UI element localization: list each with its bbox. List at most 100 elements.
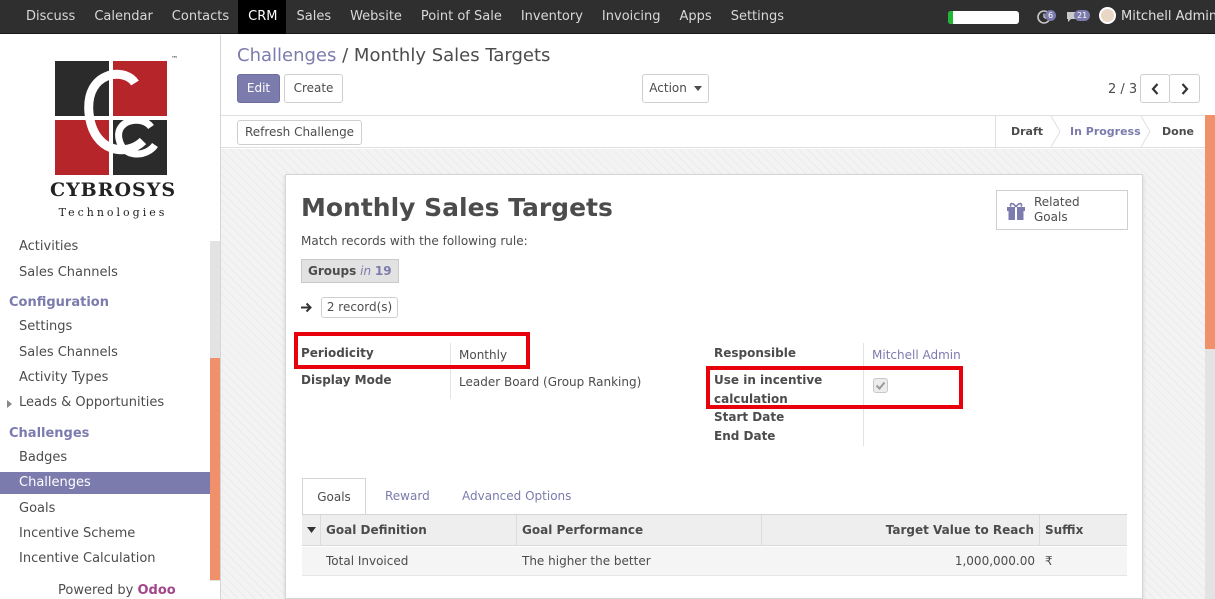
table-row[interactable]: Total Invoiced The higher the better 1,0…: [302, 547, 1127, 576]
highlight-box-incentive: [706, 366, 963, 409]
column-separator: [761, 515, 762, 546]
breadcrumb: Challenges / Monthly Sales Targets: [237, 45, 550, 66]
tab-reward[interactable]: Reward: [385, 478, 430, 515]
user-menu[interactable]: Mitchell Admin: [1099, 0, 1215, 34]
menu-sales[interactable]: Sales: [286, 0, 340, 34]
menu-website[interactable]: Website: [340, 0, 411, 34]
company-logo: ™ CYBROSYS Technologies: [43, 55, 183, 225]
caret-down-icon: [693, 86, 702, 91]
column-goal-performance[interactable]: Goal Performance: [522, 515, 643, 546]
record-title: Monthly Sales Targets: [301, 193, 613, 222]
progress-bar[interactable]: [948, 11, 1019, 24]
messages-button[interactable]: 21: [1066, 9, 1092, 24]
sidebar-item-incentive-scheme[interactable]: Incentive Scheme: [19, 526, 135, 541]
stage-separator: [995, 116, 996, 147]
sidebar-item-leads-opportunities[interactable]: Leads & Opportunities: [19, 395, 164, 410]
activity-count-badge: 6: [1045, 10, 1057, 21]
column-separator: [516, 515, 517, 546]
gift-icon: [1007, 202, 1025, 220]
records-link[interactable]: 2 record(s): [301, 297, 399, 318]
create-button[interactable]: Create: [284, 74, 343, 103]
top-navbar: Discuss Calendar Contacts CRM Sales Webs…: [0, 0, 1215, 34]
domain-groups-chip[interactable]: Groups in 19: [301, 259, 399, 283]
main-scrollbar-track[interactable]: [1205, 349, 1215, 599]
records-count-button[interactable]: 2 record(s): [320, 297, 399, 318]
action-dropdown[interactable]: Action: [642, 74, 709, 103]
pager-value[interactable]: 2 / 3: [1108, 82, 1137, 97]
sidebar: ™ CYBROSYS Technologies Activities Sales…: [0, 35, 221, 599]
tab-goals[interactable]: Goals: [302, 478, 366, 515]
caret-down-icon[interactable]: [307, 527, 316, 533]
cell-goal-performance: The higher the better: [522, 554, 651, 568]
refresh-challenge-button[interactable]: Refresh Challenge: [237, 120, 362, 145]
logo-trademark: ™: [171, 55, 178, 63]
breadcrumb-separator: /: [342, 45, 349, 66]
message-count-badge: 21: [1074, 10, 1091, 21]
stage-arrow-icon: [1051, 116, 1061, 147]
logo-sub-text: Technologies: [58, 206, 168, 219]
column-separator: [320, 515, 321, 546]
sidebar-item-activities[interactable]: Activities: [19, 239, 78, 254]
responsible-label: Responsible: [714, 346, 796, 360]
powered-by: Powered by Odoo: [58, 583, 176, 598]
cell-target-value: 1,000,000.00: [954, 554, 1035, 568]
breadcrumb-challenges-link[interactable]: Challenges: [237, 45, 336, 66]
caret-right-icon: [7, 400, 12, 408]
menu-calendar[interactable]: Calendar: [84, 0, 161, 34]
related-goals-label-2: Goals: [1034, 210, 1068, 224]
pager-previous-button[interactable]: [1140, 74, 1170, 103]
action-label: Action: [649, 81, 687, 95]
sidebar-item-challenges[interactable]: Challenges: [19, 475, 91, 490]
sidebar-item-incentive-calculation[interactable]: Incentive Calculation: [19, 551, 156, 566]
sidebar-heading-configuration[interactable]: Configuration: [9, 295, 109, 310]
chevron-right-icon: [1181, 82, 1188, 95]
column-suffix[interactable]: Suffix: [1045, 515, 1083, 546]
menu-point-of-sale[interactable]: Point of Sale: [411, 0, 511, 34]
display-mode-label: Display Mode: [301, 373, 392, 387]
powered-by-text: Powered by: [58, 583, 134, 598]
end-date-label: End Date: [714, 429, 776, 443]
sidebar-heading-challenges[interactable]: Challenges: [9, 426, 89, 441]
stage-done[interactable]: Done: [1162, 116, 1194, 147]
sidebar-item-settings[interactable]: Settings: [19, 319, 72, 334]
avatar: [1099, 7, 1116, 24]
menu-discuss[interactable]: Discuss: [16, 0, 84, 34]
menu-invoicing[interactable]: Invoicing: [592, 0, 670, 34]
app-menu: Discuss Calendar Contacts CRM Sales Webs…: [16, 0, 793, 34]
column-goal-definition[interactable]: Goal Definition: [326, 515, 427, 546]
stage-in-progress[interactable]: In Progress: [1070, 116, 1141, 147]
groups-in-label: in: [360, 264, 372, 278]
table-header: Goal Definition Goal Performance Target …: [302, 515, 1127, 546]
column-separator: [1039, 515, 1040, 546]
sidebar-item-sales-channels[interactable]: Sales Channels: [19, 265, 118, 280]
menu-apps[interactable]: Apps: [670, 0, 721, 34]
arrow-right-icon: [301, 302, 312, 313]
groups-count: 19: [374, 264, 392, 278]
sidebar-item-goals[interactable]: Goals: [19, 501, 55, 516]
cell-suffix: ₹: [1045, 554, 1053, 568]
menu-crm[interactable]: CRM: [238, 0, 287, 34]
powered-by-odoo-link[interactable]: Odoo: [138, 583, 176, 598]
related-goals-label-1: Related: [1034, 195, 1080, 209]
sidebar-item-badges[interactable]: Badges: [19, 450, 67, 465]
sidebar-scrollbar-thumb[interactable]: [210, 358, 220, 580]
activity-button[interactable]: 6: [1037, 9, 1057, 24]
tab-advanced-options[interactable]: Advanced Options: [462, 478, 571, 515]
menu-inventory[interactable]: Inventory: [511, 0, 592, 34]
related-goals-button[interactable]: Related Goals: [996, 190, 1128, 230]
edit-button[interactable]: Edit: [237, 74, 280, 103]
sidebar-item-activity-types[interactable]: Activity Types: [19, 370, 108, 385]
main-scrollbar-thumb[interactable]: [1205, 115, 1215, 349]
menu-settings[interactable]: Settings: [721, 0, 793, 34]
column-target-value[interactable]: Target Value to Reach: [886, 515, 1034, 546]
start-date-label: Start Date: [714, 410, 785, 424]
progress-fill: [948, 11, 953, 24]
menu-contacts[interactable]: Contacts: [162, 0, 238, 34]
chevron-left-icon: [1151, 82, 1159, 95]
sidebar-item-config-sales-channels[interactable]: Sales Channels: [19, 345, 118, 360]
pager-next-button[interactable]: [1169, 74, 1200, 103]
domain-rule-text: Match records with the following rule:: [301, 234, 528, 248]
stage-draft[interactable]: Draft: [1011, 116, 1043, 147]
highlight-box-periodicity: [294, 332, 530, 369]
responsible-value-link[interactable]: Mitchell Admin: [872, 348, 961, 362]
